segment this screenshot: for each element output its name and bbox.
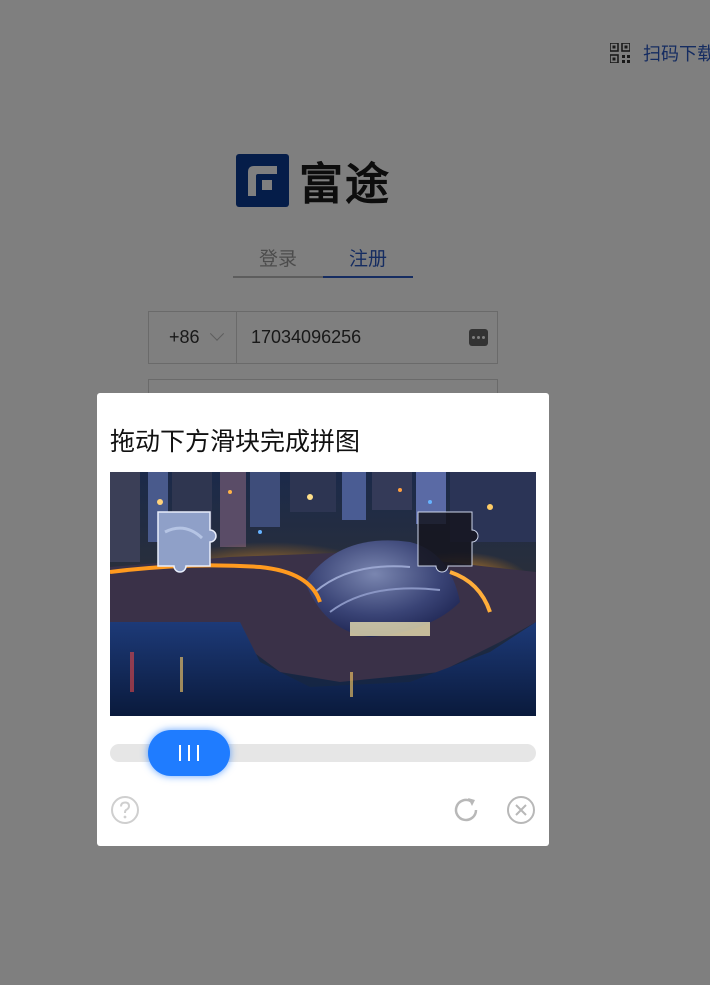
help-icon[interactable] [110,795,140,825]
captcha-title: 拖动下方滑块完成拼图 [110,428,361,456]
slider-handle[interactable] [147,730,230,776]
puzzle-piece[interactable] [157,511,217,573]
puzzle-target-hole [417,511,479,573]
close-icon[interactable] [506,795,536,825]
refresh-icon[interactable] [451,795,481,825]
captcha-dialog: 拖动下方滑块完成拼图 [97,393,549,846]
harbour-night-photo [110,472,536,716]
puzzle-image [110,472,536,716]
